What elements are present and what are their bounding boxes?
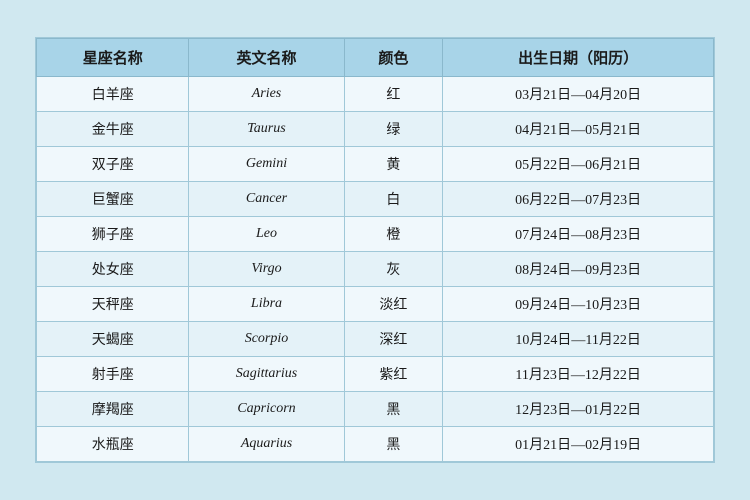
header-dates: 出生日期（阳历） (443, 39, 714, 77)
cell-color: 橙 (344, 217, 443, 252)
table-row: 巨蟹座Cancer白06月22日—07月23日 (37, 182, 714, 217)
table-row: 处女座Virgo灰08月24日—09月23日 (37, 252, 714, 287)
cell-chinese-name: 双子座 (37, 147, 189, 182)
cell-color: 深红 (344, 322, 443, 357)
cell-english-name: Gemini (189, 147, 344, 182)
cell-chinese-name: 天秤座 (37, 287, 189, 322)
cell-english-name: Scorpio (189, 322, 344, 357)
table-row: 天秤座Libra淡红09月24日—10月23日 (37, 287, 714, 322)
cell-dates: 01月21日—02月19日 (443, 427, 714, 462)
table-row: 射手座Sagittarius紫红11月23日—12月22日 (37, 357, 714, 392)
cell-english-name: Taurus (189, 112, 344, 147)
cell-english-name: Virgo (189, 252, 344, 287)
header-english-name: 英文名称 (189, 39, 344, 77)
table-row: 双子座Gemini黄05月22日—06月21日 (37, 147, 714, 182)
cell-chinese-name: 天蝎座 (37, 322, 189, 357)
cell-color: 白 (344, 182, 443, 217)
table-row: 金牛座Taurus绿04月21日—05月21日 (37, 112, 714, 147)
cell-english-name: Sagittarius (189, 357, 344, 392)
cell-dates: 10月24日—11月22日 (443, 322, 714, 357)
zodiac-table: 星座名称 英文名称 颜色 出生日期（阳历） 白羊座Aries红03月21日—04… (36, 38, 714, 462)
cell-dates: 04月21日—05月21日 (443, 112, 714, 147)
cell-dates: 07月24日—08月23日 (443, 217, 714, 252)
cell-color: 紫红 (344, 357, 443, 392)
cell-english-name: Libra (189, 287, 344, 322)
cell-dates: 11月23日—12月22日 (443, 357, 714, 392)
header-color: 颜色 (344, 39, 443, 77)
table-header-row: 星座名称 英文名称 颜色 出生日期（阳历） (37, 39, 714, 77)
cell-english-name: Capricorn (189, 392, 344, 427)
cell-color: 红 (344, 77, 443, 112)
cell-color: 黑 (344, 392, 443, 427)
cell-dates: 03月21日—04月20日 (443, 77, 714, 112)
cell-dates: 05月22日—06月21日 (443, 147, 714, 182)
table-body: 白羊座Aries红03月21日—04月20日金牛座Taurus绿04月21日—0… (37, 77, 714, 462)
table-row: 狮子座Leo橙07月24日—08月23日 (37, 217, 714, 252)
cell-english-name: Aries (189, 77, 344, 112)
header-chinese-name: 星座名称 (37, 39, 189, 77)
cell-color: 绿 (344, 112, 443, 147)
cell-chinese-name: 水瓶座 (37, 427, 189, 462)
table-row: 天蝎座Scorpio深红10月24日—11月22日 (37, 322, 714, 357)
table-row: 摩羯座Capricorn黑12月23日—01月22日 (37, 392, 714, 427)
cell-chinese-name: 狮子座 (37, 217, 189, 252)
cell-color: 淡红 (344, 287, 443, 322)
cell-chinese-name: 白羊座 (37, 77, 189, 112)
cell-color: 黄 (344, 147, 443, 182)
cell-color: 黑 (344, 427, 443, 462)
cell-dates: 08月24日—09月23日 (443, 252, 714, 287)
cell-english-name: Aquarius (189, 427, 344, 462)
cell-chinese-name: 处女座 (37, 252, 189, 287)
cell-chinese-name: 摩羯座 (37, 392, 189, 427)
table-row: 水瓶座Aquarius黑01月21日—02月19日 (37, 427, 714, 462)
cell-dates: 12月23日—01月22日 (443, 392, 714, 427)
cell-chinese-name: 巨蟹座 (37, 182, 189, 217)
cell-chinese-name: 射手座 (37, 357, 189, 392)
cell-english-name: Leo (189, 217, 344, 252)
cell-dates: 09月24日—10月23日 (443, 287, 714, 322)
cell-dates: 06月22日—07月23日 (443, 182, 714, 217)
cell-english-name: Cancer (189, 182, 344, 217)
cell-chinese-name: 金牛座 (37, 112, 189, 147)
cell-color: 灰 (344, 252, 443, 287)
zodiac-table-container: 星座名称 英文名称 颜色 出生日期（阳历） 白羊座Aries红03月21日—04… (35, 37, 715, 463)
table-row: 白羊座Aries红03月21日—04月20日 (37, 77, 714, 112)
